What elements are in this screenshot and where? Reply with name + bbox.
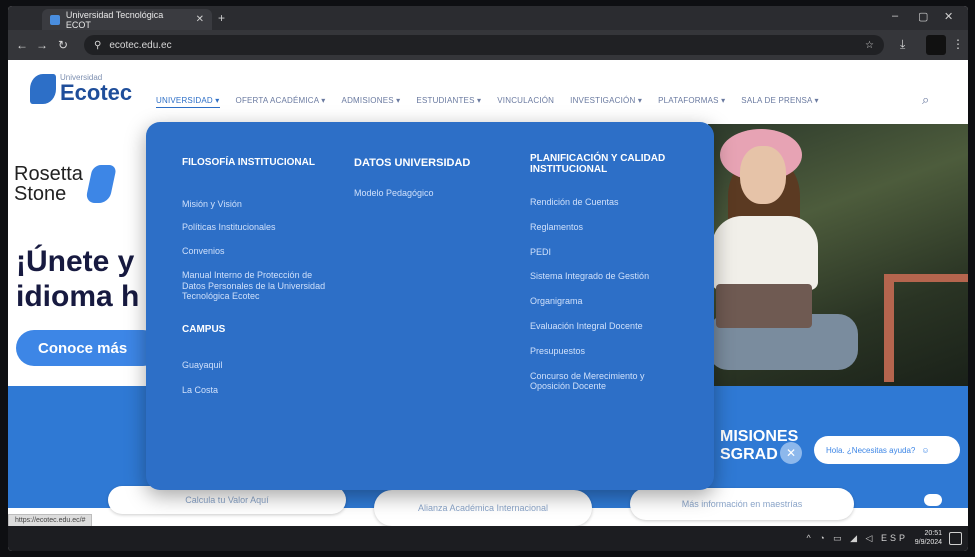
new-tab-button[interactable]: + [218,11,225,25]
forward-icon[interactable]: → [36,38,48,52]
maximize-button[interactable]: ▢ [918,10,928,23]
bookmark-star-icon[interactable]: ☆ [865,40,874,51]
menu-link-sistema-integrado[interactable]: Sistema Integrado de Gestión [530,271,660,282]
datos-heading: DATOS UNIVERSIDAD [354,157,471,169]
hero-title-line2: idioma h [16,280,140,314]
back-icon[interactable]: ← [16,38,28,52]
nav-investigacion[interactable]: INVESTIGACIÓN ▾ [570,96,642,108]
clock-date: 9/9/2024 [914,539,942,547]
ecotec-logo[interactable]: Universidad Ecotec [30,74,132,104]
menu-link-reglamentos[interactable]: Reglamentos [530,222,670,233]
tab-close-icon[interactable]: ✕ [196,14,204,25]
conoce-mas-button[interactable]: Conoce más [16,330,161,366]
nav-plataformas[interactable]: PLATAFORMAS ▾ [658,96,725,108]
more-menu-icon[interactable]: ⋮ [952,37,964,51]
minimize-button[interactable]: – [892,10,898,22]
calcula-valor-button[interactable]: Calcula tu Valor Aquí [108,486,346,514]
nav-universidad[interactable]: UNIVERSIDAD ▾ [156,96,220,108]
universidad-mega-menu: FILOSOFÍA INSTITUCIONAL Misión y Visión … [146,122,714,490]
nav-vinculacion[interactable]: VINCULACIÓN [497,96,554,108]
maestrias-info-button[interactable]: Más información en maestrías [630,488,854,520]
favicon-icon [50,14,60,25]
menu-link-concurso-docente[interactable]: Concurso de Merecimiento y Oposición Doc… [530,371,645,393]
rosetta-stone-mark-icon [84,165,117,203]
main-nav: UNIVERSIDAD ▾ OFERTA ACADÉMICA ▾ ADMISIO… [156,96,819,108]
download-icon[interactable]: ⤓ [900,37,905,52]
nav-oferta-academica[interactable]: OFERTA ACADÉMICA ▾ [236,96,326,108]
os-taskbar: ^ ◔ ▭ ◢ ◁ ESP 20:51 9/9/2024 [8,526,968,551]
planificacion-heading: PLANIFICACIÓN Y CALIDAD INSTITUCIONAL [530,153,666,175]
menu-link-presupuestos[interactable]: Presupuestos [530,346,670,357]
menu-col-filosofia: FILOSOFÍA INSTITUCIONAL Misión y Visión … [182,157,342,396]
menu-col-planificacion: PLANIFICACIÓN Y CALIDAD INSTITUCIONAL Re… [530,153,670,393]
url-text: ecotec.edu.ec [109,39,172,51]
ecotec-logo-mark-icon [30,74,56,104]
chat-prompt[interactable]: Hola. ¿Necesitas ayuda? ☺ [814,436,960,464]
menu-link-convenios[interactable]: Convenios [182,246,342,257]
browser-tab[interactable]: Universidad Tecnológica ECOT ✕ [42,9,212,30]
clock[interactable]: 20:51 9/9/2024 [915,529,942,547]
site-header: Universidad Ecotec UNIVERSIDAD ▾ OFERTA … [8,60,968,124]
chat-prompt-text: Hola. ¿Necesitas ayuda? [826,445,916,455]
alianza-academica-button[interactable]: Alianza Académica Internacional [374,490,592,526]
menu-link-modelo-pedagogico[interactable]: Modelo Pedagógico [354,188,514,199]
nav-admisiones[interactable]: ADMISIONES ▾ [342,96,401,108]
menu-link-la-costa[interactable]: La Costa [182,385,342,396]
menu-link-evaluacion-docente[interactable]: Evaluación Integral Docente [530,321,655,332]
hero-title-line1: ¡Únete y [16,245,135,278]
close-window-button[interactable]: ✕ [944,10,953,23]
rosetta-line2: Stone [14,183,67,205]
search-icon[interactable]: ⌕ [922,92,929,108]
menu-col-datos: DATOS UNIVERSIDAD Modelo Pedagógico [354,157,514,199]
reload-icon[interactable]: ↻ [58,38,68,52]
menu-link-manual-datos[interactable]: Manual Interno de Protección de Datos Pe… [182,270,332,302]
filosofia-heading: FILOSOFÍA INSTITUCIONAL [182,157,315,168]
menu-link-politicas[interactable]: Políticas Institucionales [182,222,342,233]
rosetta-stone-logo: Rosetta Stone [14,163,117,205]
menu-link-guayaquil[interactable]: Guayaquil [182,360,342,371]
menu-link-rendicion[interactable]: Rendición de Cuentas [530,197,670,208]
menu-link-organigrama[interactable]: Organigrama [530,296,670,307]
clock-time: 20:51 [924,530,942,537]
nav-sala-de-prensa[interactable]: SALA DE PRENSA ▾ [741,96,818,108]
hero-title: ¡Únete y idioma h [16,244,139,315]
logo-big-text: Ecotec [60,80,133,105]
menu-link-mision-vision[interactable]: Misión y Visión [182,199,342,210]
profile-avatar[interactable] [926,35,946,55]
campus-heading: CAMPUS [182,324,226,336]
address-bar[interactable]: ⚲ ecotec.edu.ec ☆ [84,35,884,55]
menu-link-pedi[interactable]: PEDI [530,247,670,258]
nav-estudiantes[interactable]: ESTUDIANTES ▾ [416,96,481,108]
chat-bubble-icon[interactable] [924,494,942,506]
notifications-icon[interactable] [949,532,962,545]
chat-emoji-icon: ☺ [921,445,930,455]
rosetta-line1: Rosetta [14,163,83,185]
system-tray[interactable]: ^ ◔ ▭ ◢ ◁ ESP [806,533,908,544]
address-bar-row: ← → ↻ ⚲ ecotec.edu.ec ☆ ⤓ ⋮ [8,30,968,60]
site-info-icon[interactable]: ⚲ [94,40,101,51]
close-icon[interactable]: ✕ [780,442,802,464]
browser-tab-bar: Universidad Tecnológica ECOT ✕ + – ▢ ✕ [8,6,968,30]
tab-title: Universidad Tecnológica ECOT [65,9,164,30]
hero-photo [708,124,968,386]
screen: Universidad Tecnológica ECOT ✕ + – ▢ ✕ ←… [8,6,968,551]
